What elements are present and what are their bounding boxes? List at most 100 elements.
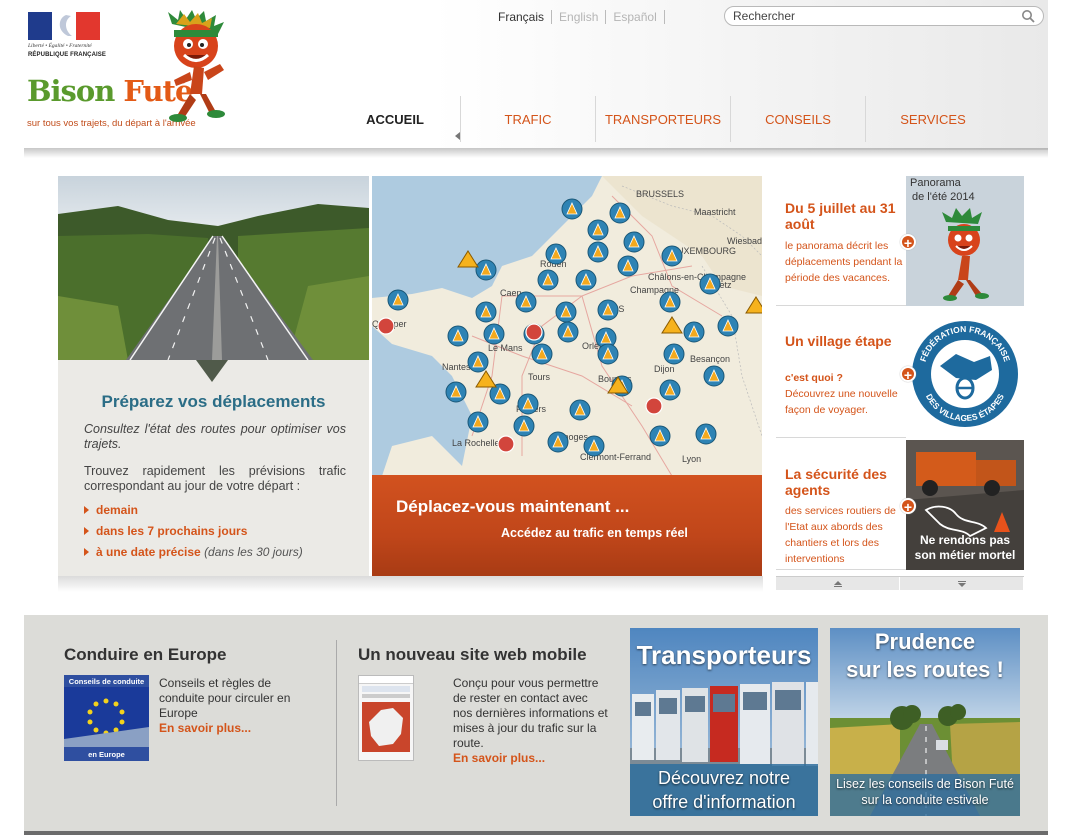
language-english[interactable]: English (552, 10, 607, 24)
villages-etapes-badge-icon: FÉDÉRATION FRANÇAISE DES VILLAGES ÉTAPES (912, 321, 1018, 427)
feature-description: Conseils et règles de conduite pour circ… (159, 676, 291, 720)
search-input[interactable] (733, 9, 1021, 23)
mobile-learn-more-link[interactable]: En savoir plus... (453, 751, 608, 766)
nav-label: ACCUEIL (366, 111, 424, 127)
scroll-down-button[interactable] (900, 577, 1024, 590)
panel-shadow (58, 576, 763, 592)
europe-thumbnail[interactable]: Conseils de conduite en Europe (64, 675, 149, 761)
thumbnail-caption: en Europe (88, 750, 125, 759)
banner-transporteurs[interactable]: Transporteurs Découvrez notre offre d'in… (630, 628, 818, 816)
map-city-label: Lyon (682, 454, 701, 464)
promo-title: Du 5 juillet au 31 août (785, 200, 896, 232)
map-city-label: Le Mans (488, 343, 523, 353)
forecast-link-tomorrow[interactable]: demain (84, 500, 354, 521)
nav-label: CONSEILS (765, 111, 831, 127)
realtime-traffic-button[interactable]: Déplacez-vous maintenant ... Accédez au … (372, 475, 762, 576)
france-map: BRUSSELS Maastricht LUXEMBOURG Wiesbade … (372, 176, 762, 476)
banner-title-wrap: Prudence sur les routes ! (830, 628, 1020, 684)
map-city-label: La Rochelle (452, 438, 500, 448)
link-label: demain (96, 503, 139, 517)
promo-title: La sécurité des agents (785, 466, 887, 498)
language-spanish[interactable]: Español (606, 10, 665, 24)
plus-icon[interactable]: + (900, 366, 916, 383)
prepare-title[interactable]: Préparez vos déplacements (58, 392, 369, 412)
arrow-up-icon (833, 580, 842, 587)
arrow-down-icon (957, 580, 966, 587)
forecast-link-7-days[interactable]: dans les 7 prochains jours (84, 521, 354, 542)
prepare-description: Trouvez rapidement les prévisions trafic… (84, 464, 346, 493)
map-city-label: Nantes (442, 362, 471, 372)
featured-section: Conduire en Europe Conseils de conduite … (24, 615, 1048, 835)
nav-label: TRAFIC (504, 111, 552, 127)
search-icon[interactable] (1021, 9, 1035, 23)
prepare-trip-panel: Préparez vos déplacements Consultez l'ét… (58, 176, 369, 576)
thumbnail-caption: Conseils de conduite (68, 677, 145, 686)
banner-subtitle-wrap: Découvrez notre offre d'information (630, 766, 818, 814)
prepare-intro: Consultez l'état des routes pour optimis… (84, 422, 346, 451)
eu-flag-icon (64, 687, 149, 747)
feature-title[interactable]: Un nouveau site web mobile (358, 645, 587, 665)
marianne-flag-icon (28, 12, 100, 40)
banner-subtitle: Lisez les conseils de Bison Futé (836, 777, 1014, 791)
highway-photo (58, 176, 369, 360)
bison-fute-mascot-icon (168, 10, 225, 122)
feature-description: Conçu pour vous permettre de rester en c… (453, 676, 608, 750)
nav-trafic[interactable]: TRAFIC (460, 96, 595, 142)
mobile-site-thumbnail[interactable] (358, 675, 414, 761)
promo-securite-agents[interactable]: La sécurité des agents des services rout… (776, 440, 1024, 570)
feature-title[interactable]: Conduire en Europe (64, 645, 226, 665)
promo-title: Un village étape (785, 333, 892, 349)
nav-conseils[interactable]: CONSEILS (730, 96, 865, 142)
scroll-up-button[interactable] (776, 577, 900, 590)
language-french[interactable]: Français (491, 10, 553, 24)
banner-subtitle-wrap: Lisez les conseils de Bison Futé sur la … (830, 776, 1020, 808)
realtime-subtitle: Accédez au trafic en temps réel (501, 526, 688, 540)
banner-title: Prudence (874, 629, 976, 654)
banner-subtitle: offre d'information (652, 792, 796, 812)
nav-transporteurs[interactable]: TRANSPORTEURS (595, 96, 730, 142)
promo-village-etape[interactable]: Un village étape c'est quoi ? Découvrez … (776, 308, 1024, 438)
link-note: (dans les 30 jours) (204, 545, 303, 559)
republic-name: RÉPUBLIQUE FRANÇAISE (28, 52, 107, 58)
banner-prudence[interactable]: Prudence sur les routes ! Lisez les cons… (830, 628, 1020, 816)
image-caption: son métier mortel (914, 548, 1016, 562)
link-label: à une date précise (96, 545, 201, 559)
down-arrow-icon (196, 360, 228, 382)
promo-text: le panorama décrit les déplacements pend… (785, 240, 903, 284)
nav-services[interactable]: SERVICES (865, 96, 1000, 142)
republique-francaise-logo[interactable]: Liberté • Égalité • Fraternité RÉPUBLIQU… (28, 12, 108, 58)
promo-scroller (776, 576, 1024, 590)
forecast-link-precise-date[interactable]: à une date précise (dans les 30 jours) (84, 542, 354, 563)
map-city-label: Wiesbade (727, 236, 762, 246)
map-city-label: Tours (528, 372, 551, 382)
banner-title: Transporteurs (636, 640, 812, 670)
feature-mobile-text: Conçu pour vous permettre de rester en c… (453, 676, 608, 766)
promo-lead: c'est quoi ? (785, 372, 843, 384)
panorama-image: Panorama de l'été 2014 (906, 176, 1024, 306)
section-divider (336, 640, 337, 806)
map-city-label: Maastricht (694, 207, 736, 217)
france-map-icon (362, 702, 410, 752)
europe-learn-more-link[interactable]: En savoir plus... (159, 721, 309, 736)
incident-marker[interactable] (525, 323, 543, 341)
incident-marker[interactable] (497, 435, 515, 453)
nav-label: TRANSPORTEURS (604, 111, 722, 127)
promo-panorama[interactable]: Du 5 juillet au 31 août le panorama décr… (776, 176, 1024, 306)
traffic-map[interactable]: BRUSSELS Maastricht LUXEMBOURG Wiesbade … (372, 176, 762, 476)
language-switcher: Français English Español (491, 10, 665, 24)
plus-icon[interactable]: + (900, 498, 916, 515)
incident-marker[interactable] (377, 317, 395, 335)
banner-subtitle: Découvrez notre (657, 768, 791, 788)
map-city-label: Dijon (654, 364, 675, 374)
promo-text: Découvrez une nouvelle façon de voyager. (785, 388, 898, 416)
banner-subtitle: sur la conduite estivale (861, 793, 989, 807)
incident-marker[interactable] (645, 397, 663, 415)
plus-icon[interactable]: + (900, 234, 916, 251)
mascot-icon (942, 208, 989, 301)
realtime-title: Déplacez-vous maintenant ... (396, 497, 630, 516)
nav-accueil[interactable]: ACCUEIL (330, 96, 460, 142)
link-label: dans les 7 prochains jours (96, 524, 248, 538)
map-city-label: BRUSSELS (636, 189, 684, 199)
villages-etapes-logo: FÉDÉRATION FRANÇAISE DES VILLAGES ÉTAPES (906, 308, 1024, 438)
search-box (724, 6, 1044, 26)
